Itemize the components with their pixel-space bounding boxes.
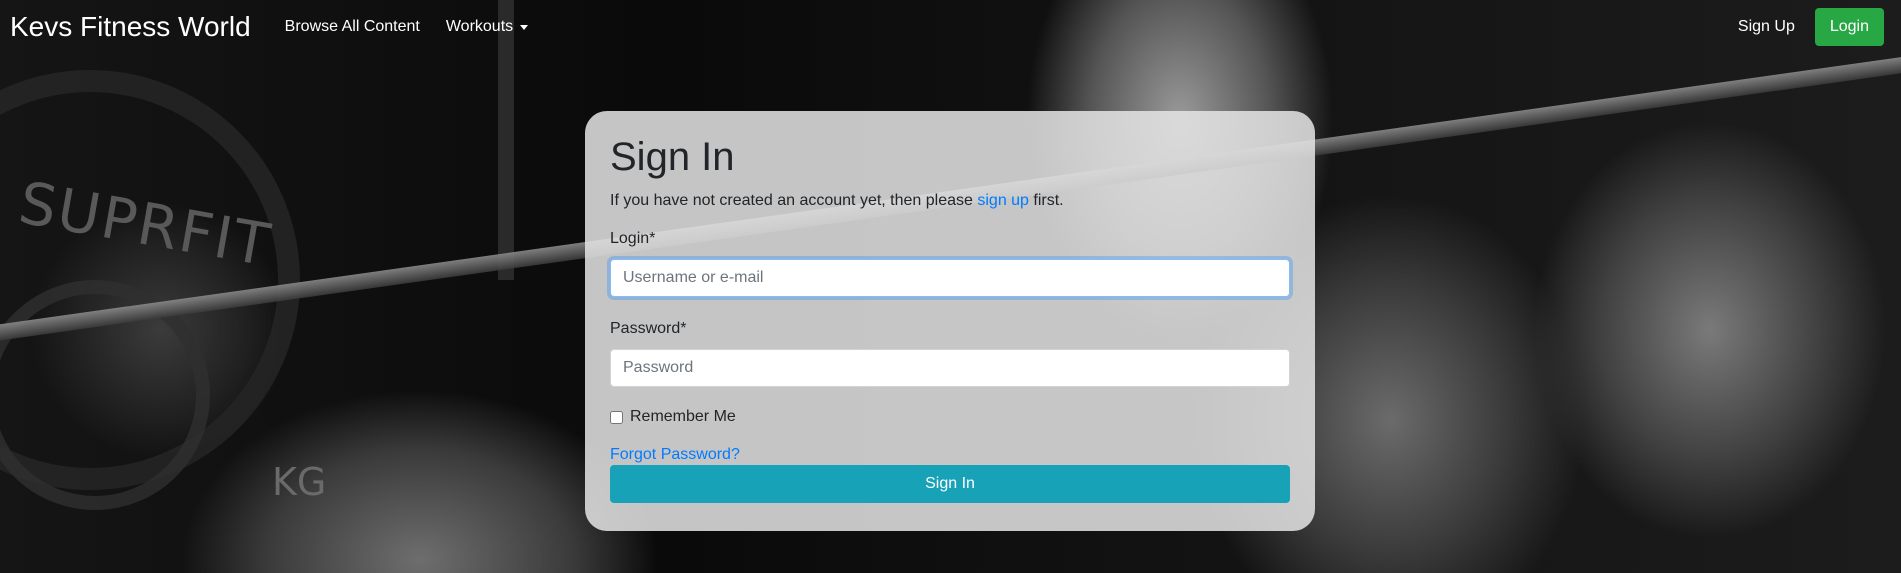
remember-me-row: Remember Me [610,405,1290,429]
page-title: Sign In [610,135,735,179]
sign-in-card: Sign In If you have not created an accou… [585,111,1315,531]
intro-sign-up-link[interactable]: sign up [977,192,1029,209]
nav-login-button[interactable]: Login [1814,8,1884,46]
login-input[interactable] [610,259,1290,297]
remember-me-label[interactable]: Remember Me [630,405,736,429]
brand-logo-link[interactable]: Kevs Fitness World [10,11,251,43]
nav-links: Browse All Content Workouts [285,18,554,36]
password-label: Password* [610,320,687,337]
caret-down-icon [520,24,529,30]
nav-workouts-label: Workouts [445,18,514,35]
nav-browse-all-content[interactable]: Browse All Content [285,18,420,36]
remember-me-checkbox[interactable] [610,410,623,424]
sign-in-button[interactable]: Sign In [610,465,1290,503]
intro-text-after: first. [1028,192,1064,209]
nav-workouts-dropdown[interactable]: Workouts [445,18,529,36]
sign-in-intro: If you have not created an account yet, … [610,189,1290,213]
forgot-password-link[interactable]: Forgot Password? [610,445,1290,465]
nav-auth-links: Sign Up Login [1738,8,1884,46]
nav-sign-up-link[interactable]: Sign Up [1738,18,1795,36]
intro-text-before: If you have not created an account yet, … [610,192,978,209]
password-input[interactable] [610,349,1290,387]
top-navbar: Kevs Fitness World Browse All Content Wo… [0,0,1901,54]
background-plate-kg-text: KG [272,460,327,504]
login-label: Login* [610,230,656,247]
